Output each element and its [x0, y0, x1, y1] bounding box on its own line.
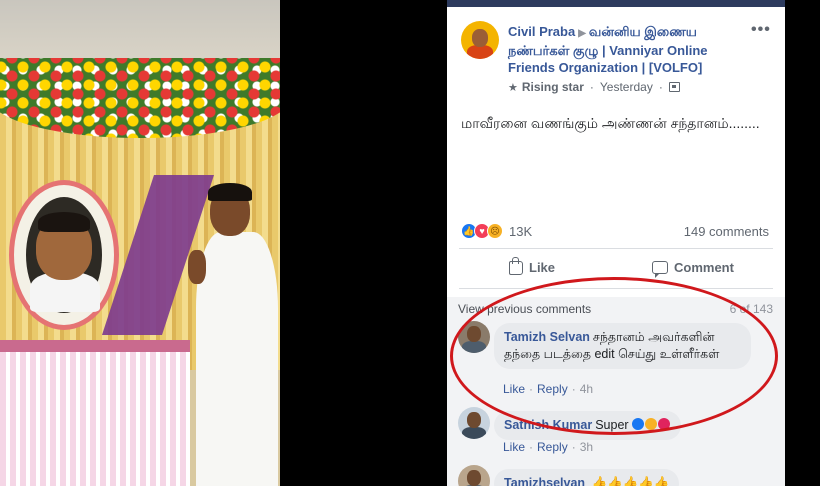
action-separator: · [571, 440, 576, 454]
folded-hands [188, 250, 206, 284]
post-photo[interactable] [0, 0, 280, 486]
comment-like-link[interactable]: Like [503, 440, 525, 454]
comment-time[interactable]: 3h [580, 440, 593, 454]
comments-count-link[interactable]: 149 comments [684, 224, 769, 239]
author-name[interactable]: Civil Praba [508, 24, 575, 39]
commenter-name[interactable]: Tamizhselvan [504, 476, 585, 486]
avatar-face [467, 470, 481, 486]
comment-reply-link[interactable]: Reply [537, 382, 568, 396]
thumbs-up-icon [509, 256, 523, 275]
comments-pager: 6 of 143 [729, 302, 773, 316]
arrow-right-icon: ▶ [578, 28, 586, 39]
divider [459, 288, 773, 289]
action-separator: · [571, 382, 576, 396]
avatar-face [467, 412, 481, 428]
like-button[interactable]: Like [509, 256, 556, 275]
comment-time[interactable]: 4h [580, 382, 593, 396]
reactions-summary[interactable]: 👍 ♥ ☹ 13K [461, 223, 532, 239]
avatar-body [467, 45, 493, 59]
author-avatar[interactable] [461, 21, 499, 59]
meta-separator: · [658, 80, 663, 94]
member-badge[interactable]: Rising star [522, 80, 584, 94]
comment-like-link[interactable]: Like [503, 382, 525, 396]
comment-button-label: Comment [674, 260, 734, 275]
thumbs-up-emoji-icon: 👍👍👍👍👍 [591, 476, 670, 486]
man-figure [196, 232, 278, 486]
blue-heart-emoji-icon [632, 418, 645, 430]
altar-table [0, 352, 190, 486]
comment-text: Super [595, 418, 629, 432]
post-panel: Civil Praba ▶ வன்னிய இணைய நண்பர்கள் குழு |… [447, 7, 785, 486]
commenter-avatar[interactable] [458, 321, 490, 353]
post-meta: ★ Rising star · Yesterday · [508, 80, 680, 94]
avatar-body [462, 427, 486, 439]
comment-bubble: Tamizhselvan 👍👍👍👍👍 [494, 469, 680, 486]
commenter-name[interactable]: Sathish Kumar [504, 418, 592, 432]
meta-separator: · [589, 80, 594, 94]
avatar-face [467, 326, 481, 342]
comment-icon [652, 261, 668, 278]
red-heart-emoji-icon [658, 418, 671, 430]
reaction-count: 13K [509, 223, 533, 239]
like-button-label: Like [529, 260, 556, 275]
comment-actions: Like · Reply · 4h [503, 382, 593, 396]
comment-bubble: Tamizh Selvan சந்தானம் அவர்களின் தந்தை பட… [494, 323, 751, 369]
flower-garland [0, 58, 280, 138]
view-previous-comments-link[interactable]: View previous comments [458, 302, 591, 316]
comment-button[interactable]: Comment [652, 260, 734, 278]
top-navbar-strip [447, 0, 785, 7]
commenter-avatar[interactable] [458, 407, 490, 439]
divider [459, 248, 773, 249]
star-badge-icon: ★ [508, 81, 518, 94]
action-separator: · [529, 382, 534, 396]
comment-bubble: Sathish Kumar Super [494, 411, 682, 440]
action-separator: · [529, 440, 534, 454]
comment-reply-link[interactable]: Reply [537, 440, 568, 454]
commenter-name[interactable]: Tamizh Selvan [504, 330, 590, 344]
post-time[interactable]: Yesterday [600, 80, 653, 94]
post-text: மாவீரனை வணங்கும் அண்ணன் சந்தானம்........ [461, 115, 760, 131]
yellow-heart-emoji-icon [645, 418, 658, 430]
avatar-face [472, 29, 488, 47]
more-options-button[interactable]: ••• [751, 21, 771, 39]
avatar-body [462, 341, 486, 353]
post-header: Civil Praba ▶ வன்னிய இணைய நண்பர்கள் குழு |… [508, 23, 748, 76]
man-hair [208, 183, 252, 201]
portrait-hair [38, 212, 90, 232]
comment-actions: Like · Reply · 3h [503, 440, 593, 454]
sad-reaction-icon: ☹ [487, 223, 503, 239]
privacy-icon[interactable] [668, 82, 680, 92]
